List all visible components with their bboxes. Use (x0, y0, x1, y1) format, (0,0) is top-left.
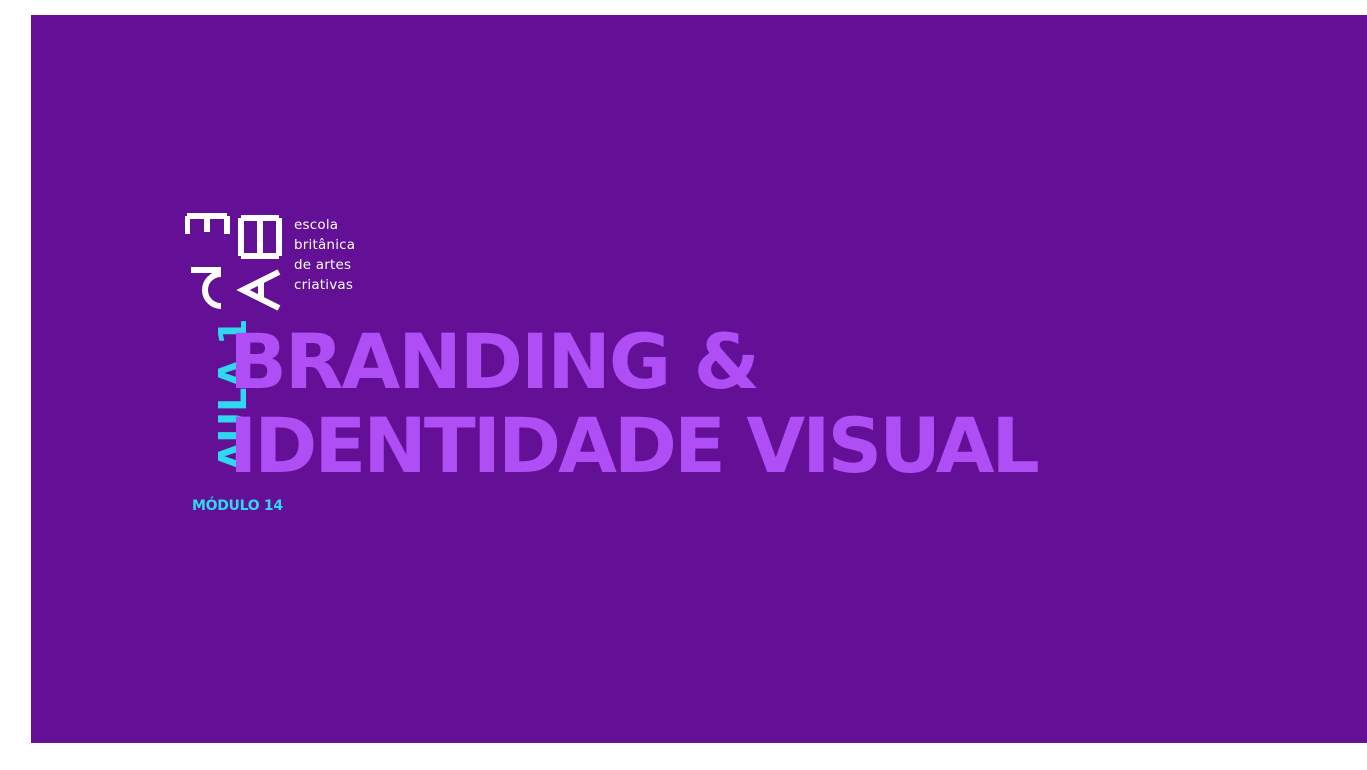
module-label: MÓDULO 14 (192, 498, 283, 514)
title-slide: escola britânica de artes criativas AULA… (31, 15, 1367, 743)
title-line-2: IDENTIDADE VISUAL (229, 401, 1040, 490)
ebac-logo-mark (185, 213, 282, 311)
logo-line-2: britânica (294, 237, 356, 253)
logo-line-4: criativas (294, 277, 354, 293)
logo-wordmark: escola britânica de artes criativas (294, 215, 355, 295)
title-line-1: BRANDING & (229, 317, 760, 406)
logo-line-1: escola (294, 217, 339, 233)
logo-line-3: de artes (294, 257, 352, 273)
